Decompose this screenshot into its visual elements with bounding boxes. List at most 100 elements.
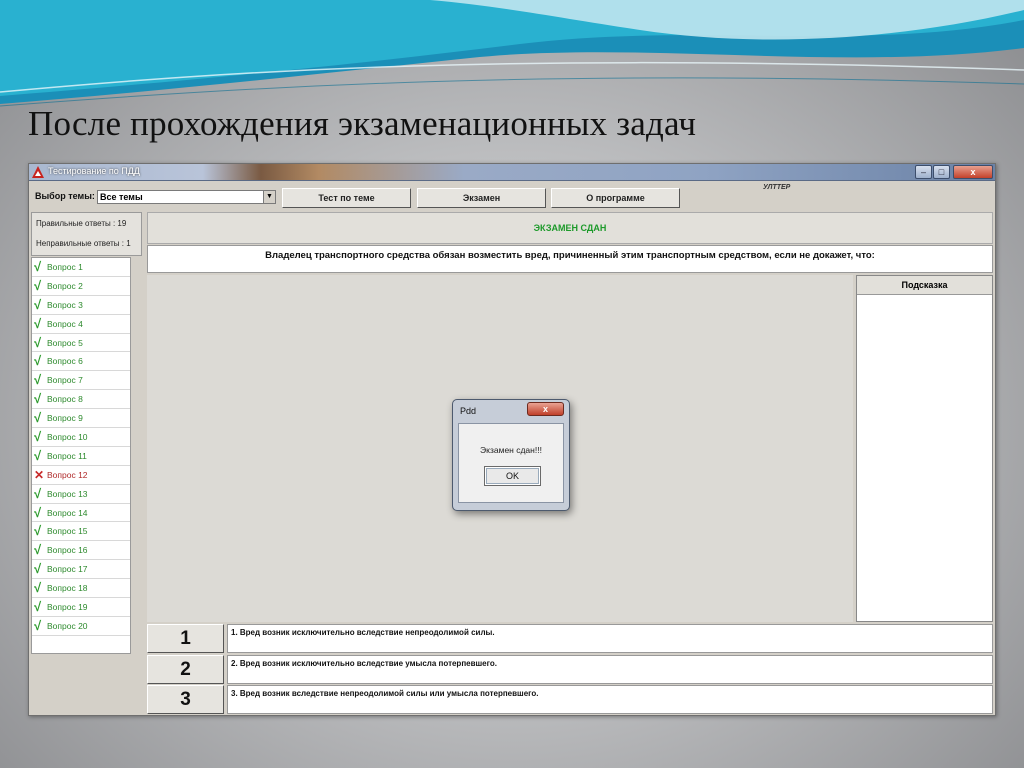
checkmark-icon: √ <box>34 504 42 520</box>
question-list-label: Вопрос 19 <box>47 601 88 612</box>
chevron-down-icon[interactable]: ▼ <box>263 191 275 203</box>
header-wave-decoration <box>0 0 1024 107</box>
exam-button[interactable]: Экзамен <box>417 188 546 208</box>
question-list-label: Вопрос 20 <box>47 620 88 631</box>
brand-logo: УЛТТЕР <box>763 184 791 191</box>
question-list-item[interactable]: √ Вопрос 11 <box>32 447 130 466</box>
checkmark-icon: √ <box>34 410 42 426</box>
question-list-label: Вопрос 7 <box>47 375 83 386</box>
question-list-item[interactable]: √ Вопрос 17 <box>32 560 130 580</box>
question-list-item[interactable]: √ Вопрос 2 <box>32 277 130 296</box>
question-list-item[interactable]: √ Вопрос 19 <box>32 598 130 617</box>
dialog-title: Pdd <box>460 406 477 416</box>
answer-1-button[interactable]: 1 <box>147 624 224 653</box>
dialog-message: Экзамен сдан!!! <box>480 445 542 455</box>
toolbar: Выбор темы: Все темы ▼ Тест по теме Экза… <box>29 182 995 210</box>
checkmark-icon: √ <box>34 485 42 501</box>
checkmark-icon: √ <box>34 580 42 596</box>
question-list-label: Вопрос 10 <box>47 431 88 442</box>
answer-row: 2 2. Вред возник исключительно вследстви… <box>147 655 993 684</box>
answer-row: 1 1. Вред возник исключительно вследстви… <box>147 624 993 653</box>
checkmark-icon: √ <box>34 542 42 558</box>
question-list-item[interactable]: ✕ Вопрос 12 <box>32 466 130 485</box>
question-list-label: Вопрос 16 <box>47 545 88 556</box>
window-title: Тестирование по ПДД <box>48 166 140 176</box>
question-list-item[interactable]: √ Вопрос 10 <box>32 428 130 447</box>
checkmark-icon: √ <box>34 428 42 444</box>
answer-2-button[interactable]: 2 <box>147 655 224 684</box>
exam-status-text: ЭКЗАМЕН СДАН <box>533 223 607 233</box>
checkmark-icon: √ <box>34 391 42 407</box>
question-list-item[interactable]: √ Вопрос 6 <box>32 352 130 372</box>
question-list-item[interactable]: √ Вопрос 3 <box>32 296 130 315</box>
ok-button[interactable]: OK <box>484 466 541 486</box>
question-list-label: Вопрос 5 <box>47 337 83 348</box>
question-list-item[interactable]: √ Вопрос 13 <box>32 485 130 504</box>
window-titlebar[interactable]: Тестирование по ПДД – □ x <box>29 164 995 181</box>
answer-1-text: 1. Вред возник исключительно вследствие … <box>227 624 993 653</box>
question-list-label: Вопрос 8 <box>47 394 83 405</box>
checkmark-icon: √ <box>34 277 42 293</box>
question-list-item[interactable]: √ Вопрос 15 <box>32 522 130 542</box>
question-list-label: Вопрос 2 <box>47 280 83 291</box>
minimize-button[interactable]: – <box>915 165 932 179</box>
answer-3-text: 3. Вред возник вследствие непреодолимой … <box>227 685 993 714</box>
question-list-label: Вопрос 15 <box>47 526 88 537</box>
topic-select[interactable]: Все темы ▼ <box>97 190 276 204</box>
question-list-item[interactable]: √ Вопрос 5 <box>32 334 130 353</box>
question-list-label: Вопрос 11 <box>47 450 87 461</box>
hint-title: Подсказка <box>857 276 992 295</box>
checkmark-icon: √ <box>34 334 42 350</box>
about-button[interactable]: О программе <box>551 188 680 208</box>
answer-3-button[interactable]: 3 <box>147 685 224 714</box>
question-list-item[interactable]: √ Вопрос 14 <box>32 504 130 523</box>
question-list-item[interactable]: √ Вопрос 7 <box>32 371 130 391</box>
checkmark-icon: √ <box>34 598 42 614</box>
answer-2-text: 2. Вред возник исключительно вследствие … <box>227 655 993 684</box>
maximize-button[interactable]: □ <box>933 165 950 179</box>
checkmark-icon: √ <box>34 561 42 577</box>
question-text: Владелец транспортного средства обязан в… <box>265 250 875 261</box>
question-list-label: Вопрос 17 <box>47 564 88 575</box>
question-list-label: Вопрос 9 <box>47 413 83 424</box>
question-list-label: Вопрос 4 <box>47 318 83 329</box>
correct-answers-count: Правильные ответы : 19 <box>36 219 127 228</box>
checkmark-icon: √ <box>34 523 42 539</box>
checkmark-icon: √ <box>34 315 42 331</box>
question-list-item[interactable]: √ Вопрос 1 <box>32 258 130 277</box>
question-list-item[interactable]: √ Вопрос 8 <box>32 390 130 410</box>
checkmark-icon: √ <box>34 447 42 463</box>
question-list-item[interactable]: √ Вопрос 9 <box>32 409 130 429</box>
dialog-close-button[interactable]: x <box>527 402 564 416</box>
question-box: Владелец транспортного средства обязан в… <box>147 245 993 273</box>
question-list-item[interactable]: √ Вопрос 18 <box>32 579 130 599</box>
topic-select-label: Выбор темы: <box>35 191 95 201</box>
question-list: √ Вопрос 1 √ Вопрос 2 √ Вопрос 3 √ Вопрос 4 √ Воп… <box>31 257 131 654</box>
cross-icon: ✕ <box>34 467 45 482</box>
incorrect-answers-count: Неправильные ответы : 1 <box>36 239 131 248</box>
hint-panel: Подсказка <box>856 275 993 622</box>
topic-test-button[interactable]: Тест по теме <box>282 188 411 208</box>
checkmark-icon: √ <box>34 258 42 274</box>
checkmark-icon: √ <box>34 296 42 312</box>
topic-select-value: Все темы <box>100 192 143 202</box>
checkmark-icon: √ <box>34 353 42 369</box>
question-list-label: Вопрос 18 <box>47 583 88 594</box>
question-list-label: Вопрос 14 <box>47 507 88 518</box>
checkmark-icon: √ <box>34 617 42 633</box>
status-bar: ЭКЗАМЕН СДАН <box>147 212 993 244</box>
warning-triangle-icon <box>32 166 44 178</box>
exam-result-dialog: Pdd x Экзамен сдан!!! OK <box>452 399 570 511</box>
answer-row: 3 3. Вред возник вследствие непреодолимо… <box>147 685 993 714</box>
question-list-label: Вопрос 3 <box>47 299 83 310</box>
checkmark-icon: √ <box>34 372 42 388</box>
slide-title: После прохождения экзаменационных задач <box>28 104 697 143</box>
stats-panel: Правильные ответы : 19 Неправильные отве… <box>31 212 142 256</box>
question-list-label: Вопрос 13 <box>47 488 88 499</box>
close-button[interactable]: x <box>953 165 993 179</box>
question-list-item[interactable]: √ Вопрос 4 <box>32 315 130 334</box>
dialog-body: Экзамен сдан!!! OK <box>458 423 564 503</box>
question-list-item[interactable]: √ Вопрос 20 <box>32 617 130 636</box>
question-list-item[interactable]: √ Вопрос 16 <box>32 541 130 561</box>
question-list-label: Вопрос 6 <box>47 356 83 367</box>
